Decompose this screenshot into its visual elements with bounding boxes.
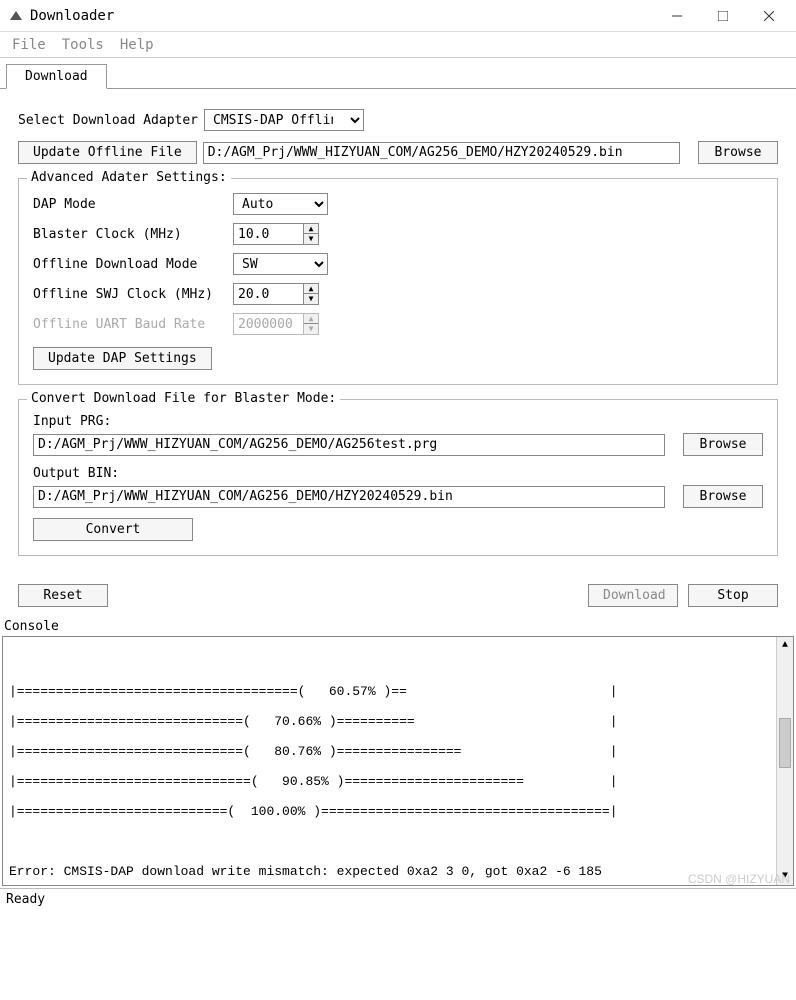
titlebar: Downloader (0, 0, 796, 32)
menu-help[interactable]: Help (112, 35, 162, 55)
maximize-button[interactable] (700, 1, 746, 31)
console-label: Console (0, 617, 796, 636)
console-scrollbar[interactable]: ▲ ▼ (776, 637, 793, 885)
blaster-clock-label: Blaster Clock (MHz) (33, 227, 233, 242)
offline-mode-label: Offline Download Mode (33, 257, 233, 272)
output-bin-field[interactable] (33, 486, 665, 508)
adapter-label: Select Download Adapter (18, 113, 198, 128)
download-button[interactable]: Download (588, 584, 678, 607)
uart-baud-label: Offline UART Baud Rate (33, 317, 233, 332)
output-bin-label: Output BIN: (33, 466, 763, 481)
uart-baud-input (233, 313, 303, 335)
tabbar: Download (0, 64, 796, 89)
status-bar: Ready (0, 888, 796, 910)
console-line: |==============================( 90.85% … (9, 774, 618, 789)
console-line: |=============================( 70.66% )… (9, 714, 618, 729)
watermark: CSDN @HIZYUAN (688, 872, 790, 886)
tab-download[interactable]: Download (6, 64, 107, 89)
console-line: |===========================( 100.00% )=… (9, 804, 618, 819)
reset-button[interactable]: Reset (18, 584, 108, 607)
stop-button[interactable]: Stop (688, 584, 778, 607)
dap-mode-label: DAP Mode (33, 197, 233, 212)
close-button[interactable] (746, 1, 792, 31)
menu-file[interactable]: File (4, 35, 54, 55)
convert-group: Convert Download File for Blaster Mode: … (18, 399, 778, 556)
console-line: Error: CMSIS-DAP download write mismatch… (9, 864, 602, 879)
blaster-clock-spinner[interactable]: ▲▼ (303, 223, 319, 245)
console-line: |====================================( 6… (9, 684, 618, 699)
advanced-legend: Advanced Adater Settings: (27, 170, 231, 185)
status-text: Ready (6, 892, 45, 907)
window-title: Downloader (30, 8, 114, 24)
swj-clock-spinner[interactable]: ▲▼ (303, 283, 319, 305)
convert-legend: Convert Download File for Blaster Mode: (27, 391, 340, 406)
advanced-settings-group: Advanced Adater Settings: DAP Mode Auto … (18, 178, 778, 385)
scroll-up-icon[interactable]: ▲ (777, 637, 793, 654)
input-prg-field[interactable] (33, 434, 665, 456)
app-icon (8, 8, 24, 24)
update-dap-settings-button[interactable]: Update DAP Settings (33, 347, 212, 370)
convert-button[interactable]: Convert (33, 518, 193, 541)
browse-input-prg-button[interactable]: Browse (683, 433, 763, 456)
input-prg-label: Input PRG: (33, 414, 763, 429)
menubar: File Tools Help (0, 32, 796, 58)
menu-tools[interactable]: Tools (54, 35, 112, 55)
offline-file-input[interactable] (203, 142, 680, 164)
update-offline-file-button[interactable]: Update Offline File (18, 141, 197, 164)
uart-baud-spinner: ▲▼ (303, 313, 319, 335)
swj-clock-input[interactable] (233, 283, 303, 305)
console-line: |=============================( 80.76% )… (9, 744, 618, 759)
adapter-select[interactable]: CMSIS-DAP Offline (204, 109, 364, 131)
console-output: |====================================( 6… (2, 636, 794, 886)
browse-output-bin-button[interactable]: Browse (683, 485, 763, 508)
dap-mode-select[interactable]: Auto (233, 193, 328, 215)
minimize-button[interactable] (654, 1, 700, 31)
swj-clock-label: Offline SWJ Clock (MHz) (33, 287, 233, 302)
blaster-clock-input[interactable] (233, 223, 303, 245)
offline-mode-select[interactable]: SW (233, 253, 328, 275)
browse-offline-file-button[interactable]: Browse (698, 141, 778, 164)
scroll-thumb[interactable] (779, 718, 791, 768)
